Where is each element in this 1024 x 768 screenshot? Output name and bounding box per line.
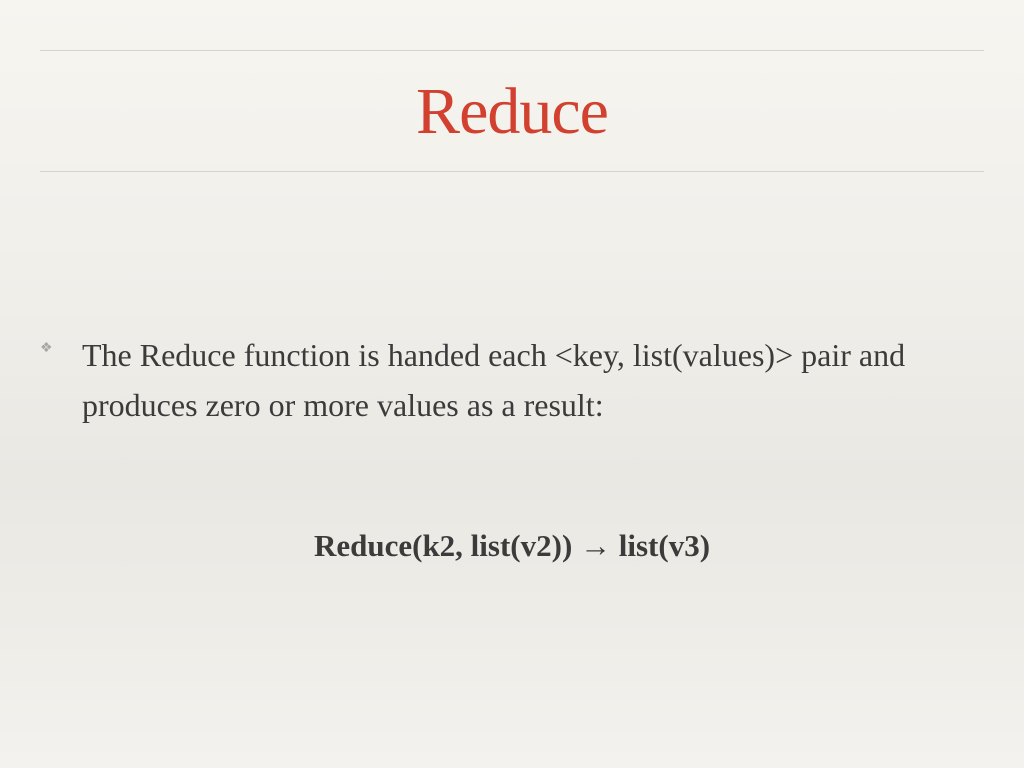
- slide: Reduce ❖ The Reduce function is handed e…: [0, 0, 1024, 768]
- title-top-rule: [40, 50, 984, 51]
- bullet-diamond-icon: ❖: [40, 341, 53, 356]
- title-bottom-rule: [40, 171, 984, 172]
- slide-title: Reduce: [416, 75, 609, 148]
- bullet-text: The Reduce function is handed each <key,…: [82, 337, 906, 423]
- reduce-signature: Reduce(k2, list(v2)) → list(v3): [313, 528, 711, 563]
